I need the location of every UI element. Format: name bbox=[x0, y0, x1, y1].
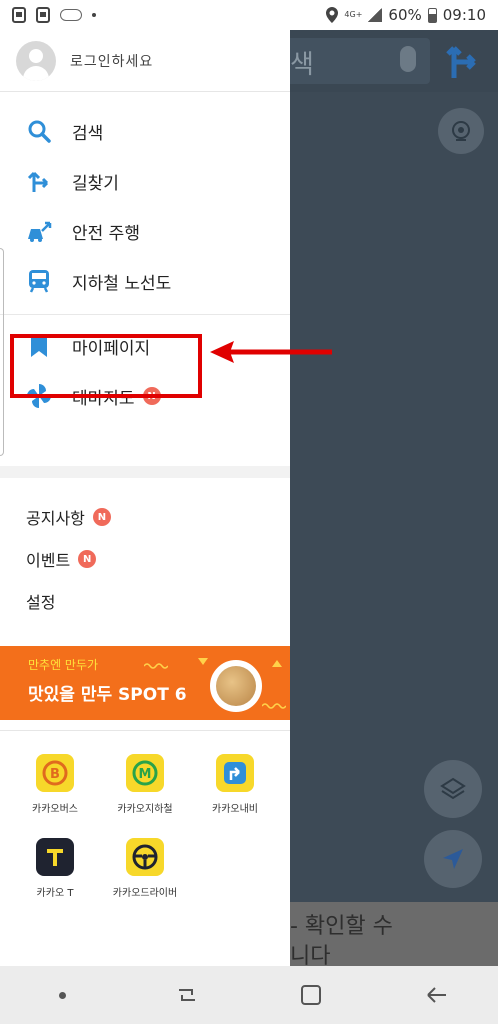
navigation-drawer: 로그인하세요 검색 길찾기 안전 주행 지하철 노선도 마이페이지 테마지도 N… bbox=[0, 30, 290, 966]
avatar[interactable] bbox=[16, 40, 56, 81]
route-icon[interactable] bbox=[446, 42, 482, 80]
subway-icon bbox=[26, 268, 52, 294]
directions-icon bbox=[26, 168, 52, 194]
security-notification-icon bbox=[12, 7, 26, 23]
signal-icon bbox=[368, 8, 383, 22]
highlight-box bbox=[10, 334, 202, 398]
search-icon bbox=[26, 118, 52, 144]
menu-item-search[interactable]: 검색 bbox=[0, 106, 290, 156]
menu-item-label: 길찾기 bbox=[72, 173, 119, 194]
menu-item-safe-driving[interactable]: 안전 주행 bbox=[0, 206, 290, 256]
triangle-decoration-icon bbox=[198, 658, 208, 665]
more-notifications-icon bbox=[92, 13, 96, 17]
wave-decoration-icon bbox=[144, 663, 168, 669]
back-arrow-icon bbox=[427, 987, 446, 1003]
menu-item-settings[interactable]: 설정 bbox=[0, 580, 290, 622]
map-info-card: - 확인할 수 니다 bbox=[290, 902, 498, 966]
divider bbox=[0, 730, 290, 731]
recent-apps-icon bbox=[178, 989, 195, 1001]
network-type: 4G+ bbox=[344, 10, 363, 19]
nav-dot-button[interactable] bbox=[42, 975, 82, 1015]
location-icon bbox=[326, 7, 339, 23]
app-label: 카카오지하철 bbox=[117, 804, 173, 815]
banner-subtitle: 만추엔 만두가 bbox=[28, 658, 99, 672]
battery-icon bbox=[427, 7, 437, 23]
app-label: 카카오 T bbox=[36, 888, 74, 899]
menu-item-events[interactable]: 이벤트 N bbox=[0, 538, 290, 580]
menu-item-label: 공지사항 bbox=[26, 509, 85, 528]
secondary-menu: 공지사항 N 이벤트 N 설정 bbox=[0, 496, 290, 622]
login-prompt[interactable]: 로그인하세요 bbox=[70, 51, 153, 71]
kakaot-icon bbox=[36, 838, 74, 876]
recent-apps-button[interactable] bbox=[167, 975, 207, 1015]
divider bbox=[0, 314, 290, 315]
home-button[interactable] bbox=[291, 975, 331, 1015]
promo-banner[interactable]: 만추엔 만두가 맛있을 만두 SPOT 6 bbox=[0, 646, 290, 720]
dumpling-image bbox=[210, 660, 262, 712]
new-badge: N bbox=[92, 508, 111, 526]
menu-item-subway-map[interactable]: 지하철 노선도 bbox=[0, 256, 290, 306]
app-kakao-driver[interactable]: 카카오드라이버 bbox=[100, 838, 190, 899]
system-nav-bar bbox=[0, 966, 498, 1024]
app-kakao-bus[interactable]: B 카카오버스 bbox=[10, 754, 100, 815]
svg-text:B: B bbox=[50, 767, 60, 782]
map-info-line1: - 확인할 수 bbox=[290, 914, 393, 939]
menu-item-label: 이벤트 bbox=[26, 551, 71, 570]
layers-icon bbox=[440, 777, 466, 800]
status-bar: 4G+ 60% 09:10 bbox=[0, 0, 498, 30]
banner-title: 맛있을 만두 SPOT 6 bbox=[28, 685, 187, 705]
menu-item-label: 설정 bbox=[26, 593, 56, 612]
status-system: 4G+ 60% 09:10 bbox=[326, 6, 486, 24]
menu-item-label: 안전 주행 bbox=[72, 223, 140, 244]
my-location-button[interactable] bbox=[424, 830, 482, 888]
annotation-arrow-icon bbox=[210, 341, 332, 363]
section-divider bbox=[0, 466, 290, 478]
cloud-icon bbox=[60, 9, 82, 21]
app-kakao-t[interactable]: 카카오 T bbox=[10, 838, 100, 899]
drawer-edge-handle bbox=[0, 248, 4, 456]
dot-icon bbox=[58, 991, 66, 999]
home-icon bbox=[301, 985, 322, 1005]
security-notification-icon bbox=[36, 7, 50, 23]
camera-icon bbox=[452, 121, 470, 141]
cctv-button[interactable] bbox=[438, 108, 484, 154]
kakaonavi-icon bbox=[216, 754, 254, 792]
safe-driving-icon bbox=[26, 218, 52, 244]
kakaometro-icon: M bbox=[126, 754, 164, 792]
status-notifications bbox=[12, 7, 96, 23]
svg-text:M: M bbox=[139, 767, 152, 782]
navigation-arrow-icon bbox=[443, 849, 463, 869]
map-info-line2: 니다 bbox=[290, 944, 331, 966]
mic-icon[interactable] bbox=[400, 46, 416, 72]
profile-header[interactable]: 로그인하세요 bbox=[0, 30, 290, 92]
menu-item-directions[interactable]: 길찾기 bbox=[0, 156, 290, 206]
kakaobus-icon: B bbox=[36, 754, 74, 792]
app-label: 카카오내비 bbox=[212, 804, 258, 815]
back-button[interactable] bbox=[416, 975, 456, 1015]
map-search-text: 색 bbox=[290, 50, 314, 80]
kakaodriver-icon bbox=[126, 838, 164, 876]
battery-percent: 60% bbox=[388, 6, 422, 24]
menu-item-label: 검색 bbox=[72, 123, 104, 144]
menu-item-label: 지하철 노선도 bbox=[72, 273, 172, 294]
app-label: 카카오드라이버 bbox=[112, 888, 178, 899]
app-kakao-navi[interactable]: 카카오내비 bbox=[190, 754, 280, 815]
map-layers-button[interactable] bbox=[424, 760, 482, 818]
menu-item-notices[interactable]: 공지사항 N bbox=[0, 496, 290, 538]
app-label: 카카오버스 bbox=[32, 804, 78, 815]
wave-decoration-icon bbox=[262, 703, 286, 709]
clock: 09:10 bbox=[442, 6, 486, 24]
new-badge: N bbox=[78, 550, 97, 568]
triangle-decoration-icon bbox=[272, 660, 282, 667]
app-kakao-metro[interactable]: M 카카오지하철 bbox=[100, 754, 190, 815]
